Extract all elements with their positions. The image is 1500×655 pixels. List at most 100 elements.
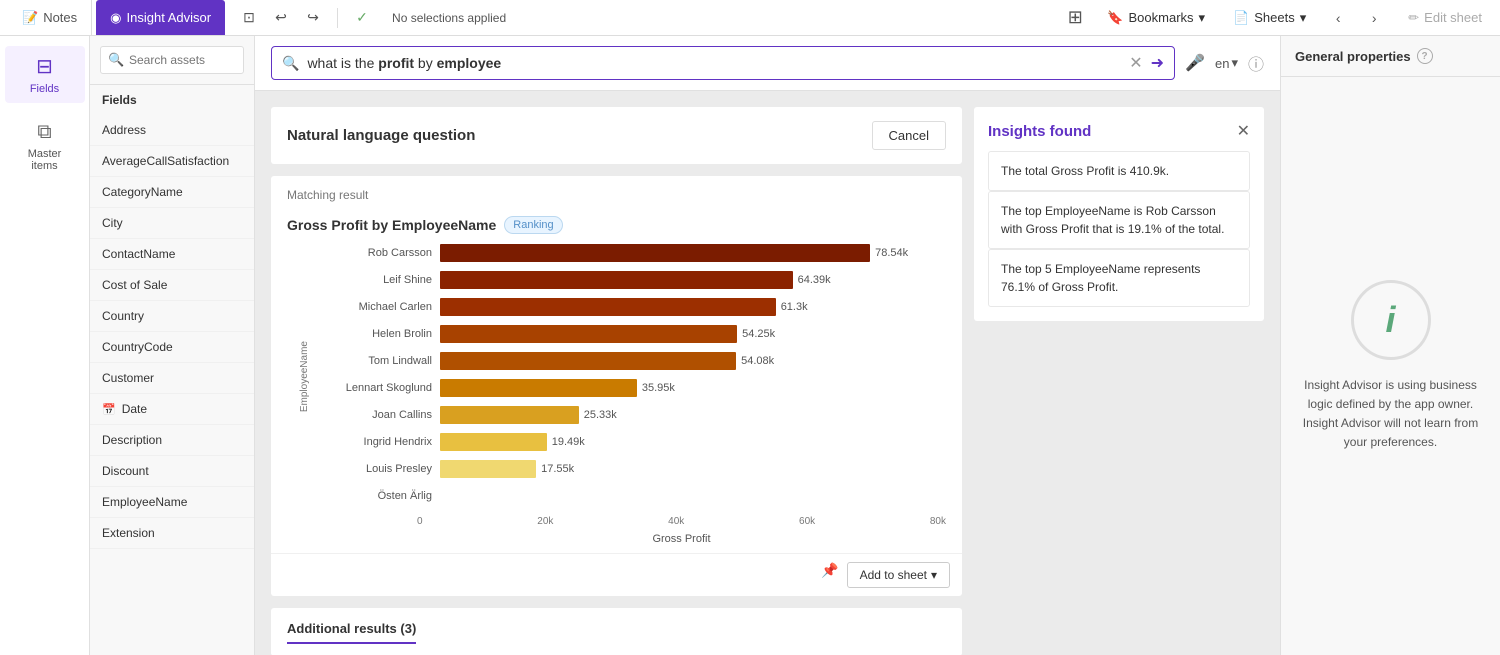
nlq-bar: 🔍 what is the profit by employee ✕ ➜ 🎤 e… <box>255 36 1280 91</box>
nlq-clear-icon[interactable]: ✕ <box>1129 53 1142 73</box>
center-content: 🔍 what is the profit by employee ✕ ➜ 🎤 e… <box>255 36 1280 655</box>
nlq-submit-icon[interactable]: ➜ <box>1151 53 1164 73</box>
bar-fill <box>440 244 870 262</box>
bar-value: 54.25k <box>742 328 775 340</box>
bar-label: Leif Shine <box>310 274 440 286</box>
x-tick: 0 <box>417 516 423 527</box>
add-to-sheet-button[interactable]: Add to sheet ▾ <box>847 562 950 588</box>
bar-row: Joan Callins 25.33k <box>310 404 946 426</box>
bar-row: Michael Carlen 61.3k <box>310 296 946 318</box>
fields-section-title: Fields <box>90 85 254 115</box>
insights-header: Insights found ✕ <box>988 121 1250 141</box>
bar-track: 17.55k <box>440 460 946 478</box>
fields-icon: ⊟ <box>36 54 53 79</box>
bar-fill <box>440 379 637 397</box>
bar-track: 35.95k <box>440 379 946 397</box>
chevron-down-icon: ▾ <box>1199 10 1206 26</box>
bar-track: 78.54k <box>440 244 946 262</box>
insights-close-icon[interactable]: ✕ <box>1237 121 1250 141</box>
sidebar-item-fields[interactable]: ⊟ Fields <box>5 46 85 103</box>
bar-value: 35.95k <box>642 382 675 394</box>
next-sheet-icon[interactable]: › <box>1362 6 1386 30</box>
nlq-suffix: employee <box>437 55 502 71</box>
field-item[interactable]: ContactName <box>90 239 254 270</box>
nlq-mic-icon[interactable]: 🎤 <box>1185 53 1205 73</box>
insights-title: Insights found <box>988 123 1091 140</box>
grid-icon[interactable]: ⊞ <box>1063 6 1087 30</box>
additional-results-title: Additional results (3) <box>287 621 416 644</box>
insights-panel: Insights found ✕ The total Gross Profit … <box>974 107 1264 321</box>
field-item[interactable]: CountryCode <box>90 332 254 363</box>
nlq-input-wrap[interactable]: 🔍 what is the profit by employee ✕ ➜ <box>271 46 1175 80</box>
nlq-header-card: Natural language question Cancel <box>271 107 962 164</box>
bar-row: Helen Brolin 54.25k <box>310 323 946 345</box>
x-tick: 80k <box>930 516 946 527</box>
cancel-button[interactable]: Cancel <box>872 121 946 150</box>
field-item[interactable]: 📅Date <box>90 394 254 425</box>
field-item[interactable]: CategoryName <box>90 177 254 208</box>
field-item[interactable]: Customer <box>90 363 254 394</box>
zoom-icon[interactable]: ⊡ <box>237 6 261 30</box>
field-item[interactable]: EmployeeName <box>90 487 254 518</box>
field-item[interactable]: Extension <box>90 518 254 549</box>
bar-fill <box>440 406 579 424</box>
bar-label: Louis Presley <box>310 463 440 475</box>
matching-label: Matching result <box>271 176 962 206</box>
field-item[interactable]: Discount <box>90 456 254 487</box>
bar-label: Ingrid Hendrix <box>310 436 440 448</box>
x-axis: 020k40k60k80k <box>287 512 946 531</box>
bar-track: 61.3k <box>440 298 946 316</box>
bar-track <box>440 487 946 505</box>
fields-search: 🔍 <box>90 36 254 85</box>
bar-value: 19.49k <box>552 436 585 448</box>
insight-item: The top EmployeeName is Rob Carsson with… <box>988 191 1250 249</box>
search-assets-input[interactable] <box>100 46 244 74</box>
bar-label: Joan Callins <box>310 409 440 421</box>
bar-track: 54.08k <box>440 352 946 370</box>
matching-result-card: Matching result Gross Profit by Employee… <box>271 176 962 596</box>
nlq-search-icon: 🔍 <box>282 55 299 72</box>
x-tick: 60k <box>799 516 815 527</box>
bar-value: 17.55k <box>541 463 574 475</box>
nlq-lang-selector[interactable]: en ▾ <box>1215 55 1238 71</box>
bar-row: Louis Presley 17.55k <box>310 458 946 480</box>
bar-fill <box>440 352 736 370</box>
general-props-info-icon[interactable]: ? <box>1417 48 1433 64</box>
field-item[interactable]: City <box>90 208 254 239</box>
bar-track: 25.33k <box>440 406 946 424</box>
bar-value: 25.33k <box>584 409 617 421</box>
additional-results-card: Additional results (3) <box>271 608 962 655</box>
bar-fill <box>440 325 737 343</box>
prev-sheet-icon[interactable]: ‹ <box>1326 6 1350 30</box>
bar-value: 64.39k <box>798 274 831 286</box>
general-props-body: Insight Advisor is using business logic … <box>1281 77 1500 655</box>
chart-inner: EmployeeName Rob Carsson 78.54k Leif Shi… <box>287 242 946 512</box>
insight-icon: ◉ <box>110 10 121 26</box>
bar-track: 54.25k <box>440 325 946 343</box>
edit-sheet-button[interactable]: ✏ Edit sheet <box>1398 6 1492 30</box>
edit-icon: ✏ <box>1408 10 1419 26</box>
bar-row: Östen Ärlig <box>310 485 946 507</box>
redo-icon[interactable]: ↪ <box>301 6 325 30</box>
sheets-button[interactable]: 📄 Sheets ▾ <box>1225 6 1314 30</box>
bar-row: Lennart Skoglund 35.95k <box>310 377 946 399</box>
field-item[interactable]: Cost of Sale <box>90 270 254 301</box>
tab-insight-advisor[interactable]: ◉ Insight Advisor <box>96 0 225 35</box>
bookmarks-button[interactable]: 🔖 Bookmarks ▾ <box>1099 6 1213 30</box>
field-item[interactable]: Address <box>90 115 254 146</box>
selection-status: No selections applied <box>382 11 516 25</box>
field-item[interactable]: AverageCallSatisfaction <box>90 146 254 177</box>
undo-icon[interactable]: ↩ <box>269 6 293 30</box>
pin-icon[interactable]: 📌 <box>821 562 838 588</box>
bar-row: Ingrid Hendrix 19.49k <box>310 431 946 453</box>
field-item[interactable]: Country <box>90 301 254 332</box>
nlq-info-icon[interactable]: ⓘ <box>1248 51 1264 75</box>
bar-row: Rob Carsson 78.54k <box>310 242 946 264</box>
general-props-title: General properties <box>1295 49 1411 64</box>
search-wrap: 🔍 <box>100 46 244 74</box>
sidebar-item-master-items[interactable]: ⧉ Master items <box>5 113 85 180</box>
tab-notes[interactable]: 📝 Notes <box>8 0 92 35</box>
nlq-middle: by <box>414 55 437 71</box>
field-item[interactable]: Description <box>90 425 254 456</box>
nlq-input[interactable]: what is the profit by employee <box>307 55 1121 71</box>
